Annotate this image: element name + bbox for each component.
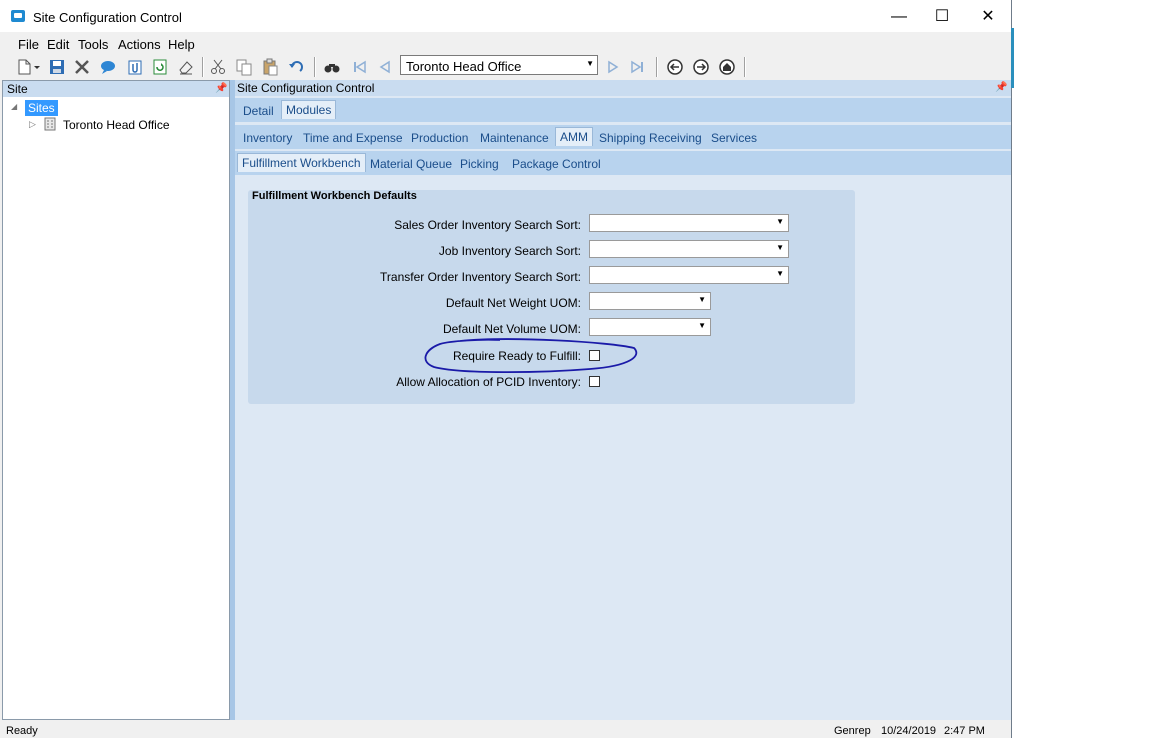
config-panel-title: Site Configuration Control	[237, 81, 375, 95]
paste-icon[interactable]	[261, 58, 279, 76]
chevron-down-icon: ▼	[776, 269, 784, 278]
net-weight-label: Default Net Weight UOM:	[445, 296, 581, 310]
forward-icon[interactable]	[692, 58, 710, 76]
app-icon	[11, 10, 25, 22]
job-sort-label: Job Inventory Search Sort:	[438, 244, 581, 258]
next-icon[interactable]	[604, 58, 622, 76]
allow-pcid-label: Allow Allocation of PCID Inventory:	[396, 375, 581, 389]
clear-icon[interactable]	[177, 58, 195, 76]
status-time: 2:47 PM	[944, 725, 985, 737]
window-title: Site Configuration Control	[33, 10, 182, 25]
tab-amm[interactable]: AMM	[555, 127, 593, 146]
net-weight-dropdown[interactable]: ▼	[589, 292, 711, 310]
status-user: Genrep	[834, 725, 871, 737]
net-volume-label: Default Net Volume UOM:	[442, 322, 581, 336]
tree-node-sites[interactable]: Sites	[25, 100, 58, 116]
close-button[interactable]: ✕	[965, 6, 1011, 28]
first-icon[interactable]	[351, 58, 369, 76]
tab-picking[interactable]: Picking	[456, 155, 503, 173]
delete-icon[interactable]	[73, 58, 91, 76]
undo-icon[interactable]	[287, 58, 305, 76]
menu-edit[interactable]: Edit	[47, 37, 69, 52]
job-sort-dropdown[interactable]: ▼	[589, 240, 789, 258]
tab-services[interactable]: Services	[707, 129, 761, 147]
group-title: Fulfillment Workbench Defaults	[252, 190, 417, 202]
tab-material-queue[interactable]: Material Queue	[366, 155, 456, 173]
chevron-down-icon: ▼	[776, 217, 784, 226]
find-icon[interactable]	[323, 58, 341, 76]
attach-icon[interactable]	[126, 58, 144, 76]
status-text: Ready	[6, 725, 38, 737]
chevron-down-icon: ▼	[776, 243, 784, 252]
site-selector[interactable]: Toronto Head Office ▼	[400, 55, 598, 75]
site-selector-value: Toronto Head Office	[406, 59, 522, 74]
minimize-button[interactable]: —	[876, 6, 922, 28]
expand-arrow-icon[interactable]: ▷	[29, 119, 36, 130]
tab-package-control[interactable]: Package Control	[508, 155, 605, 173]
home-icon[interactable]	[718, 58, 736, 76]
tab-maintenance[interactable]: Maintenance	[476, 129, 553, 147]
pin-icon[interactable]: 📌	[215, 83, 227, 94]
chevron-down-icon: ▼	[698, 321, 706, 330]
back-icon[interactable]	[666, 58, 684, 76]
to-sort-dropdown[interactable]: ▼	[589, 266, 789, 284]
desktop-background	[1012, 0, 1152, 738]
copy-icon[interactable]	[235, 58, 253, 76]
tab-production[interactable]: Production	[407, 129, 472, 147]
tab-shipping-receiving[interactable]: Shipping Receiving	[595, 129, 706, 147]
tab-detail[interactable]: Detail	[239, 102, 278, 120]
status-bar: Ready Genrep 10/24/2019 2:47 PM	[0, 722, 1011, 738]
cut-icon[interactable]	[209, 58, 227, 76]
tab-fulfillment-workbench[interactable]: Fulfillment Workbench	[237, 153, 366, 172]
allow-pcid-checkbox[interactable]	[589, 376, 600, 387]
amm-tab-strip: Fulfillment Workbench Material Queue Pic…	[235, 151, 1011, 175]
save-icon[interactable]	[48, 58, 66, 76]
menu-tools[interactable]: Tools	[78, 37, 108, 52]
to-sort-label: Transfer Order Inventory Search Sort:	[380, 270, 581, 284]
site-panel-title: Site	[7, 82, 28, 96]
last-icon[interactable]	[628, 58, 646, 76]
background-window-edge	[1011, 28, 1014, 88]
tab-modules[interactable]: Modules	[281, 100, 337, 119]
site-tree-panel: Site 📌 ◢ Sites ▷ Toronto Head Office	[2, 80, 230, 720]
title-bar: Site Configuration Control — ☐ ✕	[0, 0, 1011, 32]
collapse-arrow-icon[interactable]: ◢	[11, 102, 17, 111]
annotation-circle	[424, 338, 638, 374]
pin-icon[interactable]: 📌	[995, 82, 1007, 93]
refresh-icon[interactable]	[151, 58, 169, 76]
menu-file[interactable]: File	[18, 37, 39, 52]
chat-icon[interactable]	[99, 58, 117, 76]
top-tab-strip: Detail Modules	[235, 98, 1011, 122]
so-sort-dropdown[interactable]: ▼	[589, 214, 789, 232]
maximize-button[interactable]: ☐	[919, 6, 965, 28]
application-window: Site Configuration Control — ☐ ✕ File Ed…	[0, 0, 1012, 738]
config-panel-header: Site Configuration Control 📌	[235, 80, 1011, 96]
menu-actions[interactable]: Actions	[118, 37, 161, 52]
menu-help[interactable]: Help	[168, 37, 195, 52]
new-dropdown-icon[interactable]	[33, 58, 41, 76]
site-panel-header: Site 📌	[3, 81, 229, 97]
status-date: 10/24/2019	[881, 725, 937, 737]
new-icon[interactable]	[15, 58, 33, 76]
tab-time-and-expense[interactable]: Time and Expense	[299, 129, 407, 147]
tab-inventory[interactable]: Inventory	[239, 129, 296, 147]
tree-node-toronto-head-office[interactable]: Toronto Head Office	[63, 118, 170, 132]
modules-tab-strip: Inventory Time and Expense Production Ma…	[235, 125, 1011, 149]
net-volume-dropdown[interactable]: ▼	[589, 318, 711, 336]
chevron-down-icon: ▼	[698, 295, 706, 304]
building-icon	[44, 117, 56, 131]
so-sort-label: Sales Order Inventory Search Sort:	[394, 218, 581, 232]
chevron-down-icon: ▼	[586, 59, 594, 68]
prev-icon[interactable]	[376, 58, 394, 76]
